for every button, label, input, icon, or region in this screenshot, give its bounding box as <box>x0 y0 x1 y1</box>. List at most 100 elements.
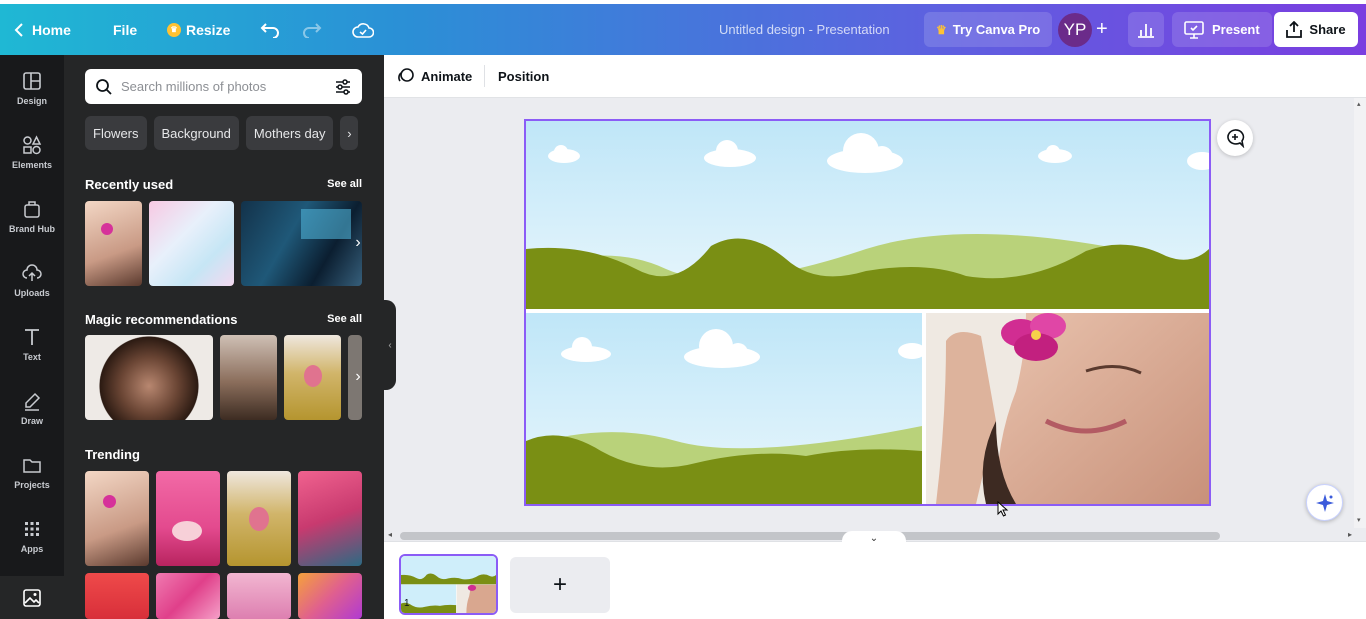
document-title[interactable]: Untitled design - Presentation <box>719 4 890 55</box>
photo-thumb[interactable] <box>284 335 341 420</box>
search-input[interactable] <box>121 79 326 94</box>
filter-icon[interactable] <box>334 78 352 96</box>
scroll-left-icon[interactable]: ◂ <box>388 530 392 539</box>
bar-chart-icon <box>1138 23 1154 38</box>
monitor-shape <box>301 209 351 239</box>
plus-icon: + <box>1096 18 1108 40</box>
design-page[interactable] <box>524 119 1211 506</box>
apps-icon <box>25 521 39 536</box>
photo-thumb[interactable] <box>85 573 149 619</box>
photo-thumb[interactable] <box>227 573 291 619</box>
photo-thumb[interactable] <box>149 201 234 286</box>
toggle-pages-button[interactable]: ⌄ <box>842 531 906 545</box>
scroll-down-icon[interactable]: ▾ <box>1357 516 1361 524</box>
photo-thumb[interactable] <box>298 573 362 619</box>
position-button[interactable]: Position <box>498 55 549 97</box>
invite-button[interactable]: + <box>1096 4 1108 55</box>
left-rail: Design Elements Brand Hub Uploads Text D… <box>0 55 64 619</box>
rail-label: Elements <box>11 159 53 170</box>
home-button[interactable]: Home <box>14 4 71 55</box>
file-menu-button[interactable]: File <box>113 4 137 55</box>
try-pro-label: Try Canva Pro <box>952 22 1041 37</box>
present-button[interactable]: Present <box>1172 12 1272 47</box>
folder-icon <box>23 458 41 473</box>
rail-label: Projects <box>14 479 50 490</box>
see-all-recent-link[interactable]: See all <box>327 178 362 190</box>
share-button[interactable]: Share <box>1274 12 1358 47</box>
chips-next-button[interactable]: › <box>340 116 359 150</box>
rail-label: Text <box>23 351 41 362</box>
present-icon <box>1184 20 1204 39</box>
chip-mothers-day[interactable]: Mothers day <box>245 116 334 150</box>
redo-button[interactable] <box>302 4 322 55</box>
flower-shape <box>101 223 113 235</box>
photo-thumb[interactable] <box>241 201 362 286</box>
rail-label: Design <box>16 95 47 106</box>
rail-item-apps[interactable]: Apps <box>0 509 64 563</box>
page-thumbnail-preview <box>401 556 496 613</box>
insights-button[interactable] <box>1128 12 1164 47</box>
chevron-left-icon <box>14 22 23 37</box>
rail-item-elements[interactable]: Elements <box>0 125 64 179</box>
add-comment-button[interactable] <box>1217 120 1253 156</box>
scroll-up-icon[interactable]: ▴ <box>1357 100 1361 108</box>
sparkle-icon <box>1315 493 1334 512</box>
rail-item-text[interactable]: Text <box>0 317 64 371</box>
add-page-button[interactable]: + <box>510 557 610 613</box>
crown-icon: ♛ <box>167 22 181 37</box>
search-icon <box>96 78 112 95</box>
rail-label: Apps <box>20 543 44 554</box>
search-box[interactable] <box>85 69 362 104</box>
photo-thumb[interactable] <box>227 471 291 566</box>
layout-icon <box>23 71 41 90</box>
collapse-panel-button[interactable]: ‹ <box>384 300 396 390</box>
plus-icon: + <box>552 571 567 598</box>
rail-item-uploads[interactable]: Uploads <box>0 253 64 307</box>
chevron-right-icon: › <box>347 125 352 141</box>
photo-thumb[interactable] <box>298 471 362 566</box>
portrait-photo <box>926 313 1209 504</box>
chip-flowers[interactable]: Flowers <box>85 116 147 150</box>
try-pro-button[interactable]: ♛ Try Canva Pro <box>924 12 1053 47</box>
animate-button[interactable]: Animate <box>397 55 472 97</box>
chevron-down-icon: ⌄ <box>869 532 879 544</box>
top-bar: Home File ♛ Resize Untitled design - Pre… <box>0 0 1366 55</box>
photo-thumb[interactable] <box>85 471 149 566</box>
rail-item-projects[interactable]: Projects <box>0 445 64 499</box>
rail-item-photos[interactable] <box>0 576 64 619</box>
photo-thumb[interactable] <box>85 335 213 420</box>
magic-next-button[interactable]: › <box>346 365 370 389</box>
avatar[interactable]: YP <box>1058 13 1092 47</box>
resize-button[interactable]: ♛ Resize <box>167 4 230 55</box>
see-all-magic-link[interactable]: See all <box>327 313 362 325</box>
undo-button[interactable] <box>260 4 280 55</box>
resize-label: Resize <box>186 21 231 38</box>
vertical-scrollbar[interactable]: ▴ ▾ <box>1354 98 1366 528</box>
save-status-button[interactable] <box>352 4 374 55</box>
rail-item-design[interactable]: Design <box>0 61 64 115</box>
section-title-magic: Magic recommendations <box>85 312 238 327</box>
toolbar-divider <box>484 65 485 87</box>
recent-next-button[interactable]: › <box>346 231 370 255</box>
rail-item-brand-hub[interactable]: Brand Hub <box>0 189 64 243</box>
rail-label: Brand Hub <box>9 223 55 234</box>
scroll-right-icon[interactable]: ▸ <box>1348 530 1352 539</box>
scrollbar-thumb[interactable] <box>400 532 1220 540</box>
page-number: 1 <box>404 598 410 609</box>
rail-label: Draw <box>20 415 43 426</box>
brand-icon <box>24 200 40 218</box>
page-thumbnail[interactable] <box>399 554 498 615</box>
magic-assistant-button[interactable] <box>1306 484 1343 521</box>
pen-icon <box>25 392 41 411</box>
photo-thumb[interactable] <box>220 335 277 420</box>
shapes-icon <box>23 134 42 154</box>
photo-thumb[interactable] <box>156 471 220 566</box>
photo-thumb[interactable] <box>85 201 142 286</box>
file-label: File <box>113 21 138 38</box>
chevron-right-icon: › <box>355 234 361 251</box>
undo-icon <box>260 22 279 38</box>
context-toolbar: Animate Position <box>384 55 1366 98</box>
rail-item-draw[interactable]: Draw <box>0 381 64 435</box>
chip-background[interactable]: Background <box>153 116 239 150</box>
photo-thumb[interactable] <box>156 573 220 619</box>
